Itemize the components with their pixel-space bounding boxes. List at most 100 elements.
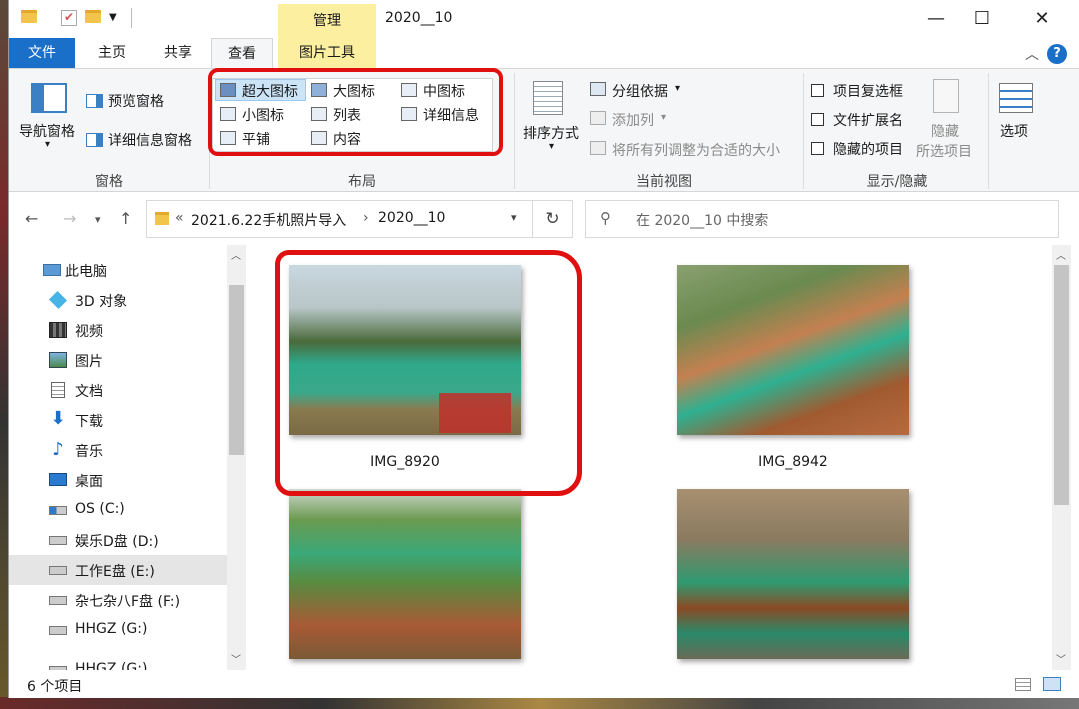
breadcrumb-parent[interactable]: 2021.6.22手机照片导入 [191,210,346,230]
thumbnail-img-3[interactable] [289,489,521,659]
address-dropdown-icon[interactable]: ▾ [511,211,517,224]
group-by-button[interactable]: 分组依据 [612,81,668,101]
nav-label: 杂七杂八F盘 (F:) [75,594,181,610]
address-bar[interactable]: « 2021.6.22手机照片导入 › 2020__10 ▾ [146,200,533,238]
minimize-button[interactable]: — [913,6,959,32]
recent-locations-chevron-icon[interactable]: ▾ [95,213,101,226]
tab-file[interactable]: 文件 [9,38,75,68]
drive-icon [49,536,67,545]
window-title: 2020__10 [385,10,453,26]
nav-label: 工作E盘 (E:) [75,564,155,580]
search-placeholder[interactable]: 在 2020__10 中搜索 [636,210,768,230]
nav-item-drive-d[interactable]: 娱乐D盘 (D:) [9,525,227,555]
chevron-down-icon[interactable]: ▾ [675,83,680,94]
close-button[interactable]: ✕ [1019,6,1065,32]
breadcrumb-current[interactable]: 2020__10 [378,210,445,226]
nav-pane-scroll-thumb[interactable] [229,285,244,455]
tab-view[interactable]: 查看 [211,38,273,68]
ribbon-view: 导航窗格 ▾ 预览窗格 详细信息窗格 窗格 布局 排序方式 ▾ 分组依据 ▾ 添… [9,68,1079,192]
scroll-down-icon[interactable]: ﹀ [1056,651,1066,666]
ribbon-separator [514,73,515,189]
preview-pane-button[interactable]: 预览窗格 [108,91,164,111]
details-pane-button[interactable]: 详细信息窗格 [108,130,192,150]
hidden-items-checkbox[interactable] [811,142,824,155]
new-folder-icon[interactable] [85,10,101,26]
folder-icon [155,212,169,225]
breadcrumb-separator[interactable]: › [363,210,369,226]
file-name-label[interactable]: IMG_8942 [677,454,909,470]
thumbnail-img-8942[interactable] [677,265,909,435]
nav-label: 此电脑 [65,264,107,280]
overflow-chevron-icon[interactable]: « [175,210,184,226]
nav-item-drive-c[interactable]: OS (C:) [9,495,227,525]
drive-icon [49,626,67,635]
music-icon: ♪ [52,439,64,460]
options-icon[interactable] [999,83,1033,113]
tab-home[interactable]: 主页 [85,38,139,68]
refresh-icon[interactable]: ↻ [533,200,573,238]
drive-icon [49,566,67,575]
back-arrow-icon[interactable]: ← [25,209,38,228]
nav-label: 视频 [75,324,103,340]
customize-toolbar-icon[interactable]: ▼ [109,10,125,26]
content-scroll-thumb[interactable] [1054,265,1069,505]
nav-item-drive-e[interactable]: 工作E盘 (E:) [9,555,227,585]
nav-item-documents[interactable]: 文档 [9,375,227,405]
hide-selected-label-1[interactable]: 隐藏 [931,121,959,141]
up-arrow-icon[interactable]: ↑ [119,209,132,228]
file-extensions-label[interactable]: 文件扩展名 [833,110,903,130]
thumbnail-img-4[interactable] [677,489,909,659]
forward-arrow-icon[interactable]: → [63,209,76,228]
search-box[interactable]: ⚲ 在 2020__10 中搜索 [585,200,1059,238]
help-icon[interactable]: ? [1047,44,1067,64]
file-extensions-checkbox[interactable] [811,113,824,126]
large-icons-view-icon[interactable] [1043,677,1061,691]
chevron-down-icon[interactable]: ▾ [549,141,554,152]
ribbon-separator [803,73,804,189]
tab-picture-tools[interactable]: 图片工具 [278,38,376,68]
nav-item-drive-g[interactable]: HHGZ (G:) [9,615,227,645]
nav-item-3d-objects[interactable]: 3D 对象 [9,285,227,315]
fit-columns-button[interactable]: 将所有列调整为合适的大小 [612,140,780,160]
tab-share[interactable]: 共享 [151,38,205,68]
properties-icon[interactable]: ✔ [61,10,77,26]
scroll-up-icon[interactable]: ︿ [231,247,241,262]
item-checkboxes-checkbox[interactable] [811,84,824,97]
nav-label: 娱乐D盘 (D:) [75,534,159,550]
nav-item-downloads[interactable]: ⬇ 下载 [9,405,227,435]
drive-icon [49,596,67,605]
file-explorer-window: ✔ ▼ 管理 2020__10 — ☐ ✕ 文件 主页 共享 查看 图片工具 ︿… [8,0,1079,698]
nav-item-pictures[interactable]: 图片 [9,345,227,375]
navigation-pane-button[interactable]: 导航窗格 [19,121,75,141]
chevron-down-icon[interactable]: ▾ [45,139,50,150]
collapse-ribbon-icon[interactable]: ︿ [1025,44,1039,64]
options-button[interactable]: 选项 [1000,121,1028,141]
chevron-down-icon: ▾ [661,112,667,123]
details-view-icon[interactable] [1015,678,1031,691]
add-column-button[interactable]: 添加列 [612,110,654,130]
navigation-pane-icon[interactable] [31,83,67,113]
nav-item-videos[interactable]: 视频 [9,315,227,345]
nav-item-desktop[interactable]: 桌面 [9,465,227,495]
nav-item-drive-f[interactable]: 杂七杂八F盘 (F:) [9,585,227,615]
manage-context-tab[interactable]: 管理 [278,4,376,38]
sort-by-button[interactable]: 排序方式 [523,123,579,143]
hidden-items-label[interactable]: 隐藏的项目 [833,139,903,159]
details-pane-icon [86,133,103,147]
scroll-down-icon[interactable]: ﹀ [231,651,241,666]
show-hide-group-label: 显示/隐藏 [866,174,928,190]
nav-item-drive-g-2[interactable]: HHGZ (G:) [9,655,227,670]
sort-by-icon[interactable] [533,81,563,115]
scroll-up-icon[interactable]: ︿ [1056,247,1066,262]
nav-item-music[interactable]: ♪ 音乐 [9,435,227,465]
ribbon-tabs: 文件 主页 共享 查看 图片工具 [9,38,1079,68]
maximize-button[interactable]: ☐ [959,6,1005,32]
nav-item-this-pc[interactable]: 此电脑 [9,255,227,285]
nav-label: HHGZ (G:) [75,621,148,637]
hide-selected-label-2[interactable]: 所选项目 [916,141,972,161]
nav-label: 桌面 [75,474,103,490]
nav-label: 3D 对象 [75,294,128,310]
item-checkboxes-label[interactable]: 项目复选框 [833,81,903,101]
documents-icon [51,382,65,398]
hide-selected-icon[interactable] [933,79,959,113]
